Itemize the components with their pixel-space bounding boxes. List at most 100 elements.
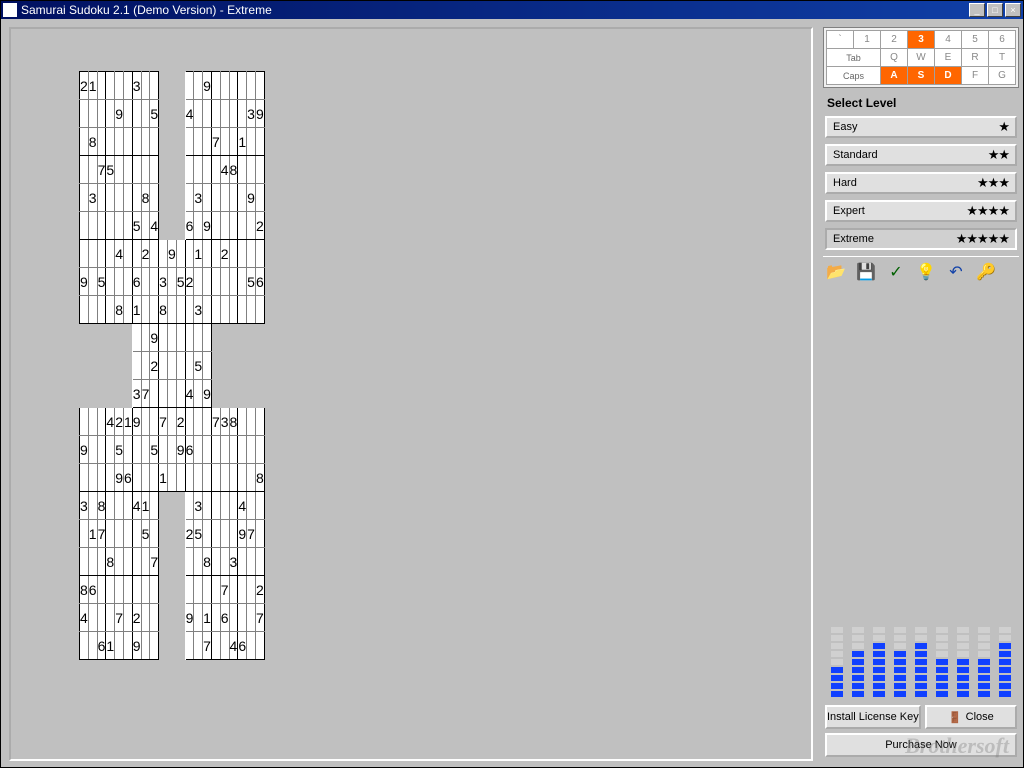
cell-1-0[interactable] (80, 100, 89, 128)
cell-0-12[interactable] (185, 72, 194, 100)
cell-1-18[interactable] (238, 100, 247, 128)
level-easy[interactable]: Easy★ (825, 116, 1017, 138)
cell-17-3[interactable]: 8 (106, 548, 115, 576)
cell-9-10[interactable] (167, 324, 176, 352)
cell-15-19[interactable] (247, 492, 256, 520)
cell-6-14[interactable] (203, 240, 212, 268)
cell-3-12[interactable] (185, 156, 194, 184)
cell-8-4[interactable]: 8 (115, 296, 124, 324)
cell-19-12[interactable]: 9 (185, 604, 194, 632)
cell-4-18[interactable] (238, 184, 247, 212)
cell-5-18[interactable] (238, 212, 247, 240)
cell-2-8[interactable] (150, 128, 159, 156)
cell-9-9[interactable] (159, 324, 168, 352)
cell-20-2[interactable]: 6 (97, 632, 106, 660)
cell-1-8[interactable]: 5 (150, 100, 159, 128)
cell-4-16[interactable] (220, 184, 229, 212)
cell-3-18[interactable] (238, 156, 247, 184)
cell-2-3[interactable] (106, 128, 115, 156)
cell-15-4[interactable] (115, 492, 124, 520)
cell-8-7[interactable] (141, 296, 150, 324)
cell-0-1[interactable]: 1 (88, 72, 97, 100)
samurai-board[interactable]: 2139954398717548383954692429129563525681… (79, 71, 265, 660)
level-expert[interactable]: Expert★★★★ (825, 200, 1017, 222)
cell-15-17[interactable] (229, 492, 238, 520)
cell-3-4[interactable] (115, 156, 124, 184)
cell-10-6[interactable] (132, 352, 141, 380)
cell-16-3[interactable] (106, 520, 115, 548)
cell-18-4[interactable] (115, 576, 124, 604)
close-window-button[interactable]: × (1005, 3, 1021, 17)
cell-14-17[interactable] (229, 464, 238, 492)
cell-3-0[interactable] (80, 156, 89, 184)
cell-6-3[interactable] (106, 240, 115, 268)
cell-12-7[interactable] (141, 408, 150, 436)
cell-3-3[interactable]: 5 (106, 156, 115, 184)
cell-12-9[interactable]: 7 (159, 408, 168, 436)
cell-6-0[interactable] (80, 240, 89, 268)
cell-7-7[interactable] (141, 268, 150, 296)
cell-14-3[interactable] (106, 464, 115, 492)
cell-19-14[interactable]: 1 (203, 604, 212, 632)
cell-5-14[interactable]: 9 (203, 212, 212, 240)
cell-12-5[interactable]: 1 (123, 408, 132, 436)
cell-2-14[interactable] (203, 128, 212, 156)
cell-17-17[interactable]: 3 (229, 548, 238, 576)
cell-5-17[interactable] (229, 212, 238, 240)
cell-3-5[interactable] (123, 156, 132, 184)
key-tab[interactable]: Tab (827, 49, 881, 67)
cell-1-14[interactable] (203, 100, 212, 128)
cell-13-12[interactable]: 6 (185, 436, 194, 464)
cell-7-18[interactable] (238, 268, 247, 296)
cell-16-17[interactable] (229, 520, 238, 548)
cell-7-11[interactable]: 5 (176, 268, 185, 296)
cell-3-16[interactable]: 4 (220, 156, 229, 184)
cell-14-19[interactable] (247, 464, 256, 492)
cell-8-16[interactable] (220, 296, 229, 324)
cell-15-12[interactable] (185, 492, 194, 520)
cell-18-16[interactable]: 7 (220, 576, 229, 604)
cell-6-12[interactable] (185, 240, 194, 268)
cell-12-3[interactable]: 4 (106, 408, 115, 436)
cell-12-17[interactable]: 8 (229, 408, 238, 436)
cell-12-16[interactable]: 3 (220, 408, 229, 436)
cell-12-4[interactable]: 2 (115, 408, 124, 436)
cell-4-14[interactable] (203, 184, 212, 212)
cell-20-19[interactable] (247, 632, 256, 660)
cell-19-4[interactable]: 7 (115, 604, 124, 632)
cell-7-1[interactable] (88, 268, 97, 296)
cell-2-2[interactable] (97, 128, 106, 156)
cell-6-17[interactable] (229, 240, 238, 268)
cell-12-13[interactable] (194, 408, 203, 436)
cell-20-18[interactable]: 6 (238, 632, 247, 660)
cell-1-6[interactable] (132, 100, 141, 128)
cell-10-11[interactable] (176, 352, 185, 380)
cell-3-13[interactable] (194, 156, 203, 184)
cell-6-5[interactable] (123, 240, 132, 268)
cell-18-18[interactable] (238, 576, 247, 604)
cell-2-18[interactable]: 1 (238, 128, 247, 156)
cell-5-5[interactable] (123, 212, 132, 240)
cell-0-6[interactable]: 3 (132, 72, 141, 100)
cell-10-14[interactable] (203, 352, 212, 380)
key-4[interactable]: 4 (935, 31, 962, 49)
cell-5-16[interactable] (220, 212, 229, 240)
cell-17-14[interactable]: 8 (203, 548, 212, 576)
cell-15-8[interactable] (150, 492, 159, 520)
cell-8-3[interactable] (106, 296, 115, 324)
cell-17-19[interactable] (247, 548, 256, 576)
cell-12-8[interactable] (150, 408, 159, 436)
key-f[interactable]: F (962, 67, 989, 85)
cell-4-3[interactable] (106, 184, 115, 212)
cell-20-12[interactable] (185, 632, 194, 660)
cell-16-15[interactable] (211, 520, 220, 548)
cell-11-6[interactable]: 3 (132, 380, 141, 408)
cell-13-9[interactable] (159, 436, 168, 464)
cell-19-1[interactable] (88, 604, 97, 632)
cell-17-7[interactable] (141, 548, 150, 576)
cell-0-14[interactable]: 9 (203, 72, 212, 100)
cell-9-12[interactable] (185, 324, 194, 352)
cell-18-15[interactable] (211, 576, 220, 604)
level-extreme[interactable]: Extreme★★★★★ (825, 228, 1017, 250)
cell-12-0[interactable] (80, 408, 89, 436)
